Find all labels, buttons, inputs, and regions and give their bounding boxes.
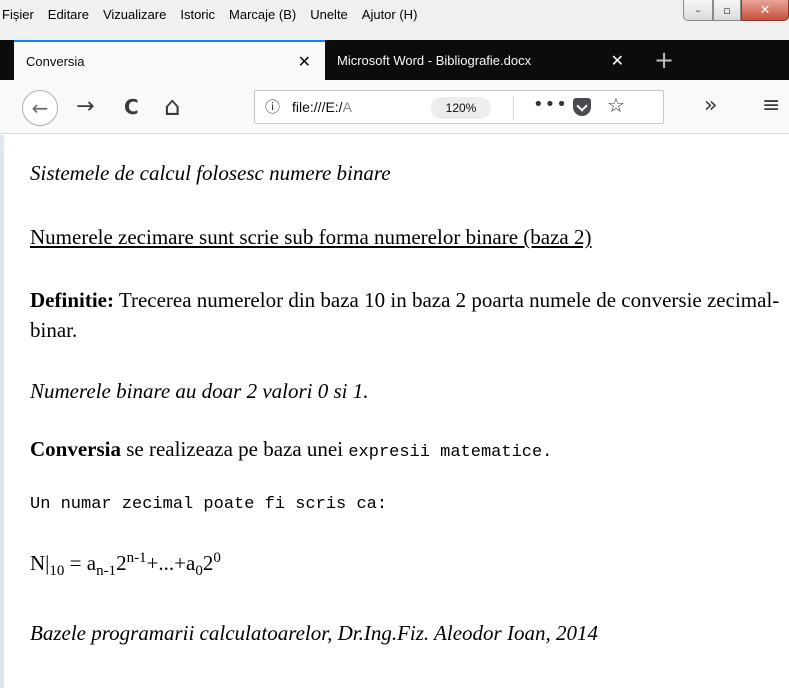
formula-sup-0: 0 [213, 550, 221, 566]
info-icon[interactable]: ⓘ [265, 96, 280, 117]
maximize-button[interactable]: ▫ [713, 0, 741, 21]
navigation-toolbar: ← → C ⌂ ⓘ file:///E:/A 120% ••• ☆ » ≡ [0, 80, 789, 134]
text-line-8: Bazele programarii calculatoarelor, Dr.I… [30, 621, 598, 645]
page-content: Sistemele de calcul folosesc numere bina… [0, 135, 789, 688]
menu-edit[interactable]: Editare [41, 5, 96, 25]
url-bar[interactable]: ⓘ file:///E:/A 120% ••• ☆ [254, 90, 664, 124]
bookmark-star-icon[interactable]: ☆ [607, 93, 625, 117]
url-prefix: file:///E:/ [292, 99, 343, 115]
new-tab-button[interactable]: + [654, 46, 674, 74]
formula-eq: = a [64, 551, 97, 575]
menu-file[interactable]: Fișier [0, 5, 41, 25]
definition-label: Definitie: [30, 288, 114, 312]
page-actions-icon[interactable]: ••• [533, 94, 568, 115]
formula: N|10 = an-12n-1+...+a020 [30, 550, 221, 580]
text-line-6: Un numar zecimal poate fi scris ca: [30, 495, 388, 514]
window-controls: – ▫ ✕ [683, 0, 789, 24]
back-arrow-icon: ← [31, 96, 49, 120]
menu-bar: Fișier Editare Vizualizare Istoric Marca… [0, 0, 789, 40]
tab-word-document[interactable]: Microsoft Word - Bibliografie.docx ✕ [325, 40, 638, 80]
tab-label: Conversia [26, 53, 85, 69]
tab-label: Microsoft Word - Bibliografie.docx [337, 52, 532, 68]
pocket-icon[interactable] [573, 98, 591, 116]
minimize-button[interactable]: – [683, 0, 713, 21]
formula-two-1: 2 [116, 551, 127, 575]
tab-conversia[interactable]: Conversia ✕ [14, 40, 325, 80]
back-button[interactable]: ← [22, 90, 58, 126]
formula-sub-n1: n-1 [96, 563, 117, 580]
conversion-mono-text: expresii matematice. [348, 443, 553, 462]
url-text[interactable]: file:///E:/A [292, 99, 382, 115]
home-button[interactable]: ⌂ [164, 92, 181, 122]
conversion-paragraph: Conversia se realizeaza pe baza unei exp… [30, 437, 552, 462]
formula-sup-n1: n-1 [126, 550, 147, 566]
forward-button[interactable]: → [76, 92, 94, 122]
text-line-1: Sistemele de calcul folosesc numere bina… [30, 161, 391, 185]
conversion-text: se realizeaza pe baza unei [121, 437, 349, 461]
formula-n: N [30, 551, 46, 575]
menu-help[interactable]: Ajutor (H) [355, 5, 425, 25]
menu-tools[interactable]: Unelte [303, 5, 355, 25]
text-line-2: Numerele zecimare sunt scrie sub forma n… [30, 225, 592, 249]
text-line-4: Numerele binare au doar 2 valori 0 si 1. [30, 379, 369, 403]
formula-sub-0: 0 [195, 563, 203, 580]
definition-text: Trecerea numerelor din baza 10 in baza 2… [30, 288, 780, 342]
hamburger-menu-icon[interactable]: ≡ [762, 93, 780, 118]
definition-paragraph: Definitie: Trecerea numerelor din baza 1… [30, 285, 780, 345]
menu-history[interactable]: Istoric [173, 5, 222, 25]
close-window-button[interactable]: ✕ [741, 0, 789, 21]
url-separator [513, 97, 514, 119]
conversion-label: Conversia [30, 437, 121, 461]
formula-dots: +...+a [146, 551, 196, 575]
formula-two-2: 2 [202, 551, 214, 575]
tab-strip: Conversia ✕ Microsoft Word - Bibliografi… [0, 40, 789, 80]
scrollbar[interactable] [785, 135, 789, 688]
url-dim: A [342, 99, 352, 115]
close-tab-icon[interactable]: ✕ [611, 51, 624, 70]
close-tab-icon[interactable]: ✕ [298, 52, 311, 71]
reload-button[interactable]: C [124, 92, 139, 122]
overflow-chevron-icon[interactable]: » [704, 93, 717, 118]
menu-view[interactable]: Vizualizare [96, 5, 173, 25]
menu-bookmarks[interactable]: Marcaje (B) [222, 5, 303, 25]
zoom-level-badge[interactable]: 120% [431, 97, 491, 119]
formula-sub-10: 10 [49, 563, 65, 580]
